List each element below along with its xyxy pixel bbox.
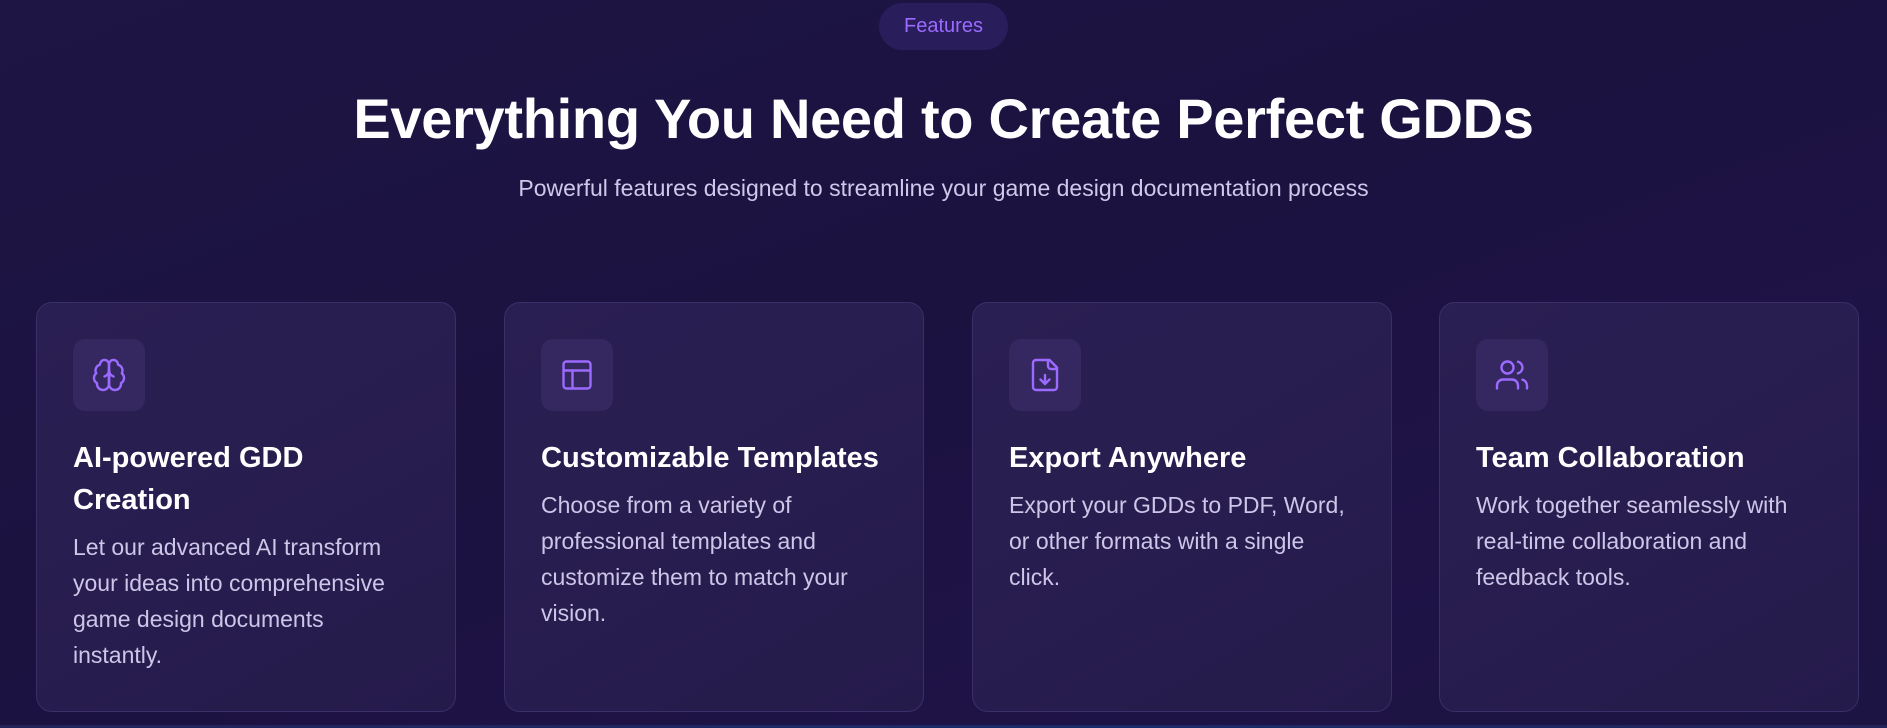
feature-description: Work together seamlessly with real-time … [1476, 492, 1788, 590]
layout-template-icon [541, 339, 613, 411]
section-title: Everything You Need to Create Perfect GD… [353, 87, 1534, 150]
feature-title: Export Anywhere [1009, 442, 1247, 474]
feature-description: Choose from a variety of professional te… [541, 492, 848, 626]
feature-card-collaboration: Team Collaboration Work together seamles… [1439, 302, 1859, 712]
feature-title: Team Collaboration [1476, 442, 1745, 474]
feature-title: Customizable Templates [541, 442, 879, 474]
feature-cards: AI-powered GDD Creation Let our advanced… [36, 302, 1860, 712]
badge-wrap: Features [0, 0, 1887, 50]
feature-title: AI-powered GDD Creation [73, 442, 304, 516]
features-section: Features Everything You Need to Create P… [0, 0, 1887, 728]
brain-icon [73, 339, 145, 411]
feature-description: Export your GDDs to PDF, Word, or other … [1009, 492, 1345, 590]
file-download-icon [1009, 339, 1081, 411]
feature-card-export: Export Anywhere Export your GDDs to PDF,… [972, 302, 1392, 712]
feature-description: Let our advanced AI transform your ideas… [73, 534, 385, 668]
section-subtitle: Powerful features designed to streamline… [518, 175, 1369, 201]
users-icon [1476, 339, 1548, 411]
features-badge: Features [879, 3, 1008, 50]
feature-card-ai-creation: AI-powered GDD Creation Let our advanced… [36, 302, 456, 712]
feature-card-templates: Customizable Templates Choose from a var… [504, 302, 924, 712]
